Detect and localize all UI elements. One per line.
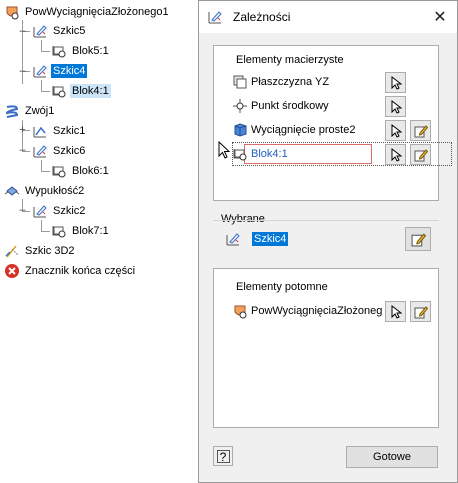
parents-header: Elementy macierzyste: [236, 54, 344, 66]
sketch-3d-icon: [4, 243, 20, 259]
dependencies-dialog: Zależności ✕ Elementy macierzyste Płaszc…: [198, 0, 458, 483]
tree-item-label: Szkic1: [53, 125, 86, 137]
model-browser-tree: – – + – – PowWyciągnięciaZłożonego1 Szki…: [0, 0, 200, 483]
cursor-icon: [391, 304, 402, 319]
help-icon: ?: [216, 449, 230, 463]
work-point-icon: [232, 98, 248, 114]
cursor-icon: [391, 75, 402, 90]
cursor-icon: [391, 123, 402, 138]
done-button-label: Gotowe: [373, 451, 411, 463]
edit-icon: [414, 148, 428, 161]
block-icon: [51, 83, 67, 99]
tree-item-szkic2[interactable]: Szkic2: [32, 201, 87, 221]
extrude-icon: [232, 122, 248, 138]
mouse-pointer: [218, 140, 231, 162]
tree-item-blok4[interactable]: Blok4:1: [51, 81, 111, 101]
tree-connector: [41, 91, 50, 92]
block-icon: [51, 163, 67, 179]
edit-button[interactable]: [410, 301, 431, 322]
tree-item-zwoj1[interactable]: Zwój1: [4, 101, 56, 121]
sketch-icon: [32, 123, 48, 139]
children-group: Elementy potomne PowWyciągnięciaZłożoneg: [213, 268, 439, 428]
tree-item-szkic1[interactable]: Szkic1: [32, 121, 87, 141]
parent-item-label: Wyciągnięcie proste2: [251, 124, 356, 136]
tree-item-label: Znacznik końca części: [25, 265, 136, 277]
collapse-toggle[interactable]: –: [18, 66, 27, 77]
sketch-icon: [32, 203, 48, 219]
edit-button[interactable]: [410, 120, 431, 141]
edit-icon: [411, 232, 426, 246]
tree-connector: [41, 51, 50, 52]
select-cursor-button[interactable]: [385, 96, 406, 117]
tree-item-label: Szkic4: [51, 64, 88, 78]
sketch-icon: [32, 23, 48, 39]
tree-item-szkic3d2[interactable]: Szkic 3D2: [4, 241, 77, 261]
tree-item-label: Szkic 3D2: [25, 245, 75, 257]
dialog-title: Zależności: [233, 10, 291, 24]
edit-button[interactable]: [410, 144, 431, 165]
edit-icon: [414, 305, 428, 318]
tree-item-szkic6[interactable]: Szkic6: [32, 141, 87, 161]
tree-item-label: Blok7:1: [72, 225, 109, 237]
tree-item-blok5[interactable]: Blok5:1: [51, 41, 111, 61]
tree-item-label: Blok5:1: [72, 45, 109, 57]
emboss-icon: [4, 183, 20, 199]
collapse-toggle[interactable]: –: [18, 145, 27, 156]
tree-item-blok7[interactable]: Blok7:1: [51, 221, 111, 241]
edit-icon: [414, 124, 428, 137]
sketch-icon: [225, 231, 241, 247]
close-button[interactable]: ✕: [427, 5, 453, 29]
tree-connector: [41, 231, 50, 232]
child-item-label: PowWyciągnięciaZłożoneg: [251, 305, 383, 317]
tree-item-label: PowWyciągnięciaZłożonego1: [25, 6, 169, 18]
cursor-icon: [391, 99, 402, 114]
parent-item-label: Punkt środkowy: [251, 100, 329, 112]
collapse-toggle[interactable]: –: [18, 205, 27, 216]
tree-item-label: Wypukłość2: [25, 185, 85, 197]
block-icon: [51, 223, 67, 239]
edit-selected-button[interactable]: [405, 227, 431, 251]
sketch-icon: [32, 143, 48, 159]
tree-item-szkic5[interactable]: Szkic5: [32, 21, 87, 41]
collapse-toggle[interactable]: –: [18, 26, 27, 37]
dialog-titlebar[interactable]: Zależności ✕: [199, 1, 457, 33]
block-icon: [51, 43, 67, 59]
children-header: Elementy potomne: [236, 281, 328, 293]
expand-toggle[interactable]: +: [18, 125, 27, 136]
tree-item-label: Szkic2: [53, 205, 86, 217]
select-cursor-button[interactable]: [385, 72, 406, 93]
help-button[interactable]: ?: [213, 446, 233, 466]
coil-icon: [4, 103, 20, 119]
close-icon: ✕: [433, 9, 447, 26]
tree-item-label: Zwój1: [25, 105, 55, 117]
end-of-part-icon: [4, 263, 20, 279]
tree-item-szkic4[interactable]: Szkic4: [32, 61, 88, 81]
sweep-feature-icon: [232, 303, 248, 319]
sketch-icon: [32, 63, 48, 79]
selected-value: Szkic4: [252, 232, 289, 246]
cursor-icon: [218, 140, 231, 159]
tree-item-end-of-part[interactable]: Znacznik końca części: [4, 261, 137, 281]
tree-item-label: Szkic5: [53, 25, 86, 37]
tree-item-label: Szkic6: [53, 145, 86, 157]
dialog-app-icon: [207, 9, 223, 28]
block-icon: [232, 146, 248, 162]
tree-item-label: Blok6:1: [72, 165, 109, 177]
done-button[interactable]: Gotowe: [346, 446, 438, 468]
select-cursor-button[interactable]: [385, 120, 406, 141]
select-cursor-button[interactable]: [385, 144, 406, 165]
tree-item-label: Blok4:1: [70, 84, 111, 98]
tree-item-root[interactable]: PowWyciągnięciaZłożonego1: [4, 2, 171, 22]
select-cursor-button[interactable]: [385, 301, 406, 322]
parent-item-label: Blok4:1: [251, 148, 288, 160]
selected-row[interactable]: Szkic4: [225, 227, 375, 251]
sweep-feature-icon: [4, 4, 20, 20]
tree-item-wypuklosc2[interactable]: Wypukłość2: [4, 181, 86, 201]
tree-item-blok6[interactable]: Blok6:1: [51, 161, 111, 181]
tree-connector: [41, 171, 50, 172]
parent-item-label: Płaszczyzna YZ: [251, 76, 330, 88]
parents-group: Elementy macierzyste Płaszczyzna YZ Punk…: [213, 45, 452, 201]
cursor-icon: [391, 147, 402, 162]
work-plane-icon: [232, 74, 248, 90]
